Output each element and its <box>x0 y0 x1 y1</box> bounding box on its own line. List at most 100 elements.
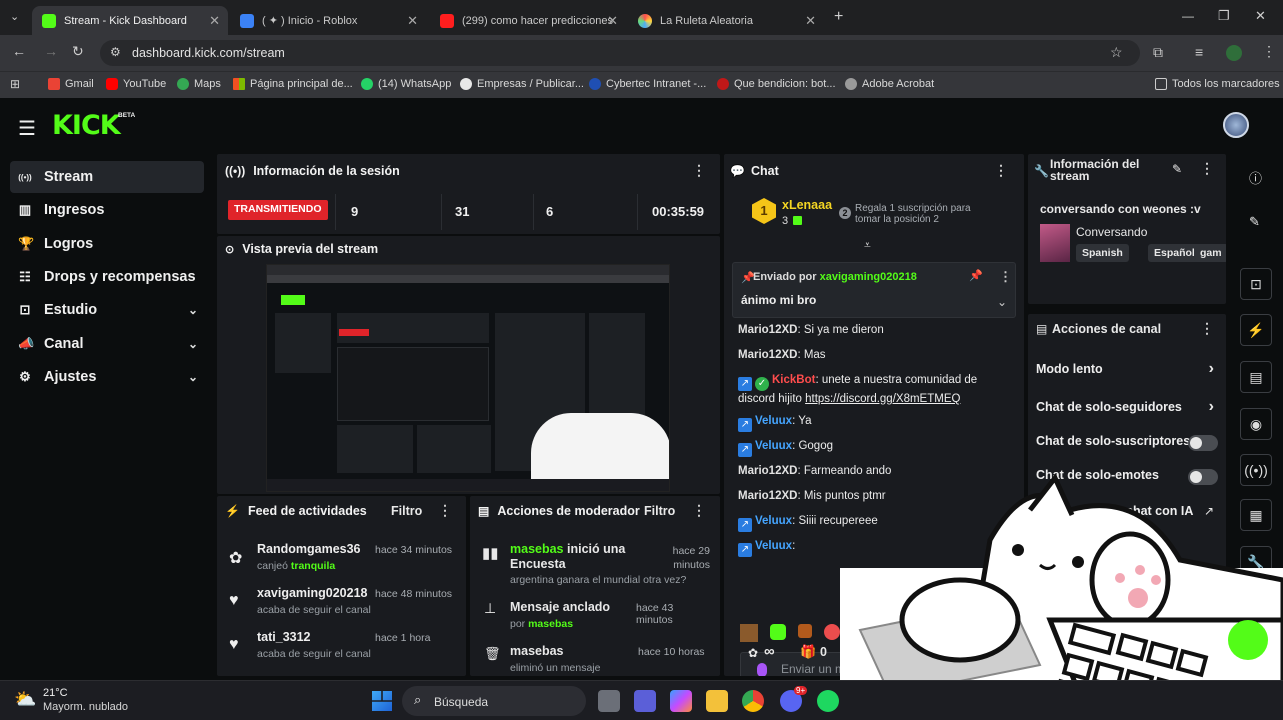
mod-filter-button[interactable]: Filtro <box>644 504 675 518</box>
kick-chat-float-button[interactable] <box>1228 620 1268 660</box>
chat-username[interactable]: Veluux <box>755 515 792 527</box>
microphone-icon[interactable] <box>757 663 767 676</box>
chevron-right-icon[interactable]: › <box>1209 398 1214 416</box>
action-followers-only[interactable]: Chat de solo-seguidores › <box>1028 398 1226 424</box>
spotify-icon[interactable] <box>817 690 839 712</box>
url-field[interactable]: ⚙ dashboard.kick.com/stream ☆ <box>100 40 1140 66</box>
back-icon[interactable]: ← <box>12 43 26 59</box>
tab-kick-dashboard[interactable]: Stream - Kick Dashboard ✕ <box>32 6 228 35</box>
chat-username[interactable]: Mario12XD <box>738 324 797 336</box>
site-info-icon[interactable]: ⚙ <box>110 45 121 59</box>
bookmark-maps[interactable]: Maps <box>177 78 221 90</box>
chat-username[interactable]: KickBot <box>772 374 815 386</box>
tag[interactable]: Spanish <box>1076 244 1129 262</box>
pinned-menu-icon[interactable]: ⋮ <box>999 269 1012 285</box>
gift-box-icon[interactable]: 🎁 <box>800 644 816 660</box>
bookmark-empresas[interactable]: Empresas / Publicar... <box>460 78 584 90</box>
bookmark-cybertec[interactable]: Cybertec Intranet -... <box>589 78 706 90</box>
tab-search-icon[interactable]: ⌄ <box>10 10 19 23</box>
top-gifter-name[interactable]: xLenaaa <box>782 198 832 212</box>
tag[interactable]: gam <box>1194 244 1226 262</box>
user-avatar[interactable] <box>1223 112 1249 138</box>
minimize-button[interactable]: — <box>1182 9 1194 23</box>
points-icon[interactable]: ✿ <box>748 646 758 660</box>
chat-link[interactable]: https://discord.gg/X8mETMEQ <box>805 393 960 405</box>
chat-menu-icon[interactable]: ⋮ <box>994 162 1008 179</box>
emote-icon[interactable] <box>798 624 812 638</box>
chevron-right-icon[interactable]: › <box>1209 360 1214 378</box>
all-bookmarks[interactable]: Todos los marcadores <box>1155 78 1280 90</box>
activity-user[interactable]: tati_3312 <box>257 630 311 644</box>
teams-icon[interactable] <box>634 690 656 712</box>
sidebar-item-stream[interactable]: ((•)) Stream <box>10 161 204 193</box>
copilot-icon[interactable] <box>670 690 692 712</box>
task-view-icon[interactable] <box>598 690 620 712</box>
chat-username[interactable]: Veluux <box>755 540 792 552</box>
forward-icon[interactable]: → <box>44 43 58 59</box>
close-window-button[interactable]: ✕ <box>1255 8 1266 24</box>
weather-temp[interactable]: 21°C <box>43 687 68 699</box>
sidebar-item-logros[interactable]: 🏆 Logros <box>10 228 204 260</box>
sidebar-item-drops-y-recompensas[interactable]: ☷ Drops y recompensas <box>10 261 204 293</box>
stream-info-menu-icon[interactable]: ⋮ <box>1200 160 1214 177</box>
rail-lightning-button[interactable]: ⚡ <box>1240 314 1272 346</box>
pinned-user[interactable]: xavigaming020218 <box>820 271 917 283</box>
file-explorer-icon[interactable] <box>706 690 728 712</box>
emote-icon[interactable] <box>824 624 840 640</box>
bookmark-adobe[interactable]: Adobe Acrobat <box>845 78 934 90</box>
close-icon[interactable]: ✕ <box>607 13 618 29</box>
chevron-down-icon[interactable]: ⌄ <box>188 337 198 351</box>
category-name[interactable]: Conversando <box>1076 225 1147 239</box>
reload-icon[interactable]: ↻ <box>72 43 84 60</box>
info-icon[interactable]: ⓘ <box>1249 168 1262 187</box>
bookmark-gmail[interactable]: Gmail <box>48 78 94 90</box>
unpin-icon[interactable]: 📌 <box>969 269 983 282</box>
stream-preview-video[interactable] <box>266 264 670 492</box>
bookmark-whatsapp[interactable]: (14) WhatsApp <box>361 78 451 90</box>
sidebar-item-ajustes[interactable]: ⚙ Ajustes ⌄ <box>10 361 204 393</box>
rail-chat-button[interactable]: ◉ <box>1240 408 1272 440</box>
close-icon[interactable]: ✕ <box>407 13 418 29</box>
sidebar-item-ingresos[interactable]: ▥ Ingresos <box>10 194 204 226</box>
media-icon[interactable]: ≡ <box>1195 44 1203 60</box>
activity-filter-button[interactable]: Filtro <box>391 504 422 518</box>
rail-camera-button[interactable]: ⊡ <box>1240 268 1272 300</box>
menu-icon[interactable]: ⋮ <box>1262 43 1276 60</box>
close-icon[interactable]: ✕ <box>209 13 220 29</box>
restore-button[interactable]: ❐ <box>1218 8 1230 24</box>
chevron-down-icon[interactable]: ⌄ <box>188 370 198 384</box>
chevron-down-icon[interactable]: ⌄ <box>997 295 1007 309</box>
extensions-icon[interactable]: ⧉ <box>1153 44 1163 61</box>
edit-pencil-icon[interactable]: ✎ <box>1172 162 1182 176</box>
bookmark-que-bendicion[interactable]: Que bendicion: bot... <box>717 78 836 90</box>
emote-icon[interactable] <box>740 624 758 642</box>
chat-username[interactable]: Mario12XD <box>738 465 797 477</box>
emote-icon[interactable] <box>770 624 786 640</box>
chat-username[interactable]: Mario12XD <box>738 490 797 502</box>
chevron-down-icon[interactable]: ⌄ <box>188 303 198 317</box>
weather-desc[interactable]: Mayorm. nublado <box>43 701 128 713</box>
tab-ruleta[interactable]: La Ruleta Aleatoria ✕ <box>628 6 824 35</box>
tab-youtube[interactable]: (299) como hacer predicciones ✕ <box>430 6 626 35</box>
subs-only-toggle[interactable] <box>1188 435 1218 451</box>
hamburger-menu-icon[interactable]: ☰ <box>18 116 36 141</box>
activity-user[interactable]: Randomgames36 <box>257 542 361 556</box>
bookmark-star-icon[interactable]: ☆ <box>1110 44 1123 61</box>
rail-document-button[interactable]: ▤ <box>1240 361 1272 393</box>
activity-user[interactable]: xavigaming020218 <box>257 586 368 600</box>
chrome-icon[interactable] <box>742 690 764 712</box>
tab-roblox[interactable]: ( ✦ ) Inicio - Roblox ✕ <box>230 6 426 35</box>
bookmark-pagina-principal[interactable]: Página principal de... <box>233 78 353 90</box>
close-icon[interactable]: ✕ <box>805 13 816 29</box>
pencil-icon[interactable]: ✎ <box>1249 214 1260 230</box>
windows-start-icon[interactable] <box>372 691 392 711</box>
sidebar-item-estudio[interactable]: ⊡ Estudio ⌄ <box>10 294 204 326</box>
gift-prompt[interactable]: Regala 1 suscripción para tomar la posic… <box>855 203 985 225</box>
bookmark-youtube[interactable]: YouTube <box>106 78 166 90</box>
activity-menu-icon[interactable]: ⋮ <box>438 502 452 519</box>
channel-actions-menu-icon[interactable]: ⋮ <box>1200 320 1214 337</box>
taskbar-search[interactable]: ⌕ Búsqueda <box>402 686 586 716</box>
mod-menu-icon[interactable]: ⋮ <box>692 502 706 519</box>
sidebar-item-canal[interactable]: 📣 Canal ⌄ <box>10 328 204 360</box>
chat-username[interactable]: Veluux <box>755 440 792 452</box>
